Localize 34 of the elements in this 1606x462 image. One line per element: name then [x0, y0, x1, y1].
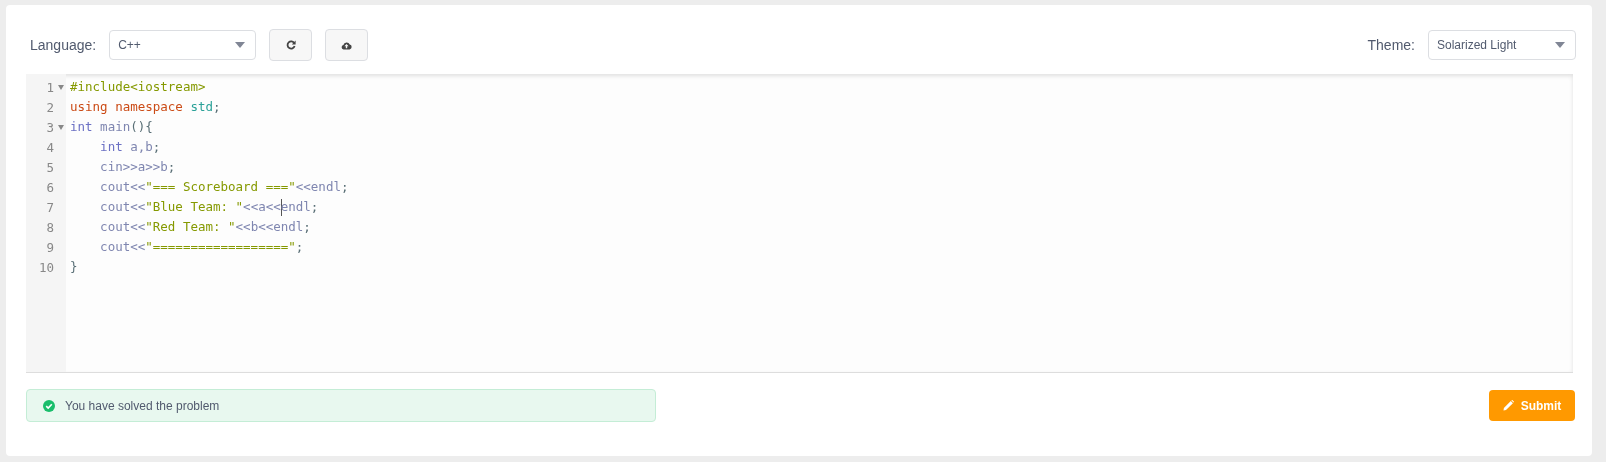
- code-line: using namespace std;: [70, 98, 221, 116]
- line-number: 5: [46, 159, 54, 175]
- line-number: 8: [46, 219, 54, 235]
- pencil-icon: [1502, 400, 1514, 411]
- upload-button[interactable]: [325, 29, 369, 61]
- check-circle-icon: [43, 399, 55, 412]
- code-line: cout<<"==================";: [99, 238, 304, 256]
- refresh-icon: [285, 40, 296, 50]
- line-number: 3: [46, 119, 54, 135]
- line-number: 1: [46, 79, 54, 95]
- code-line: }: [70, 258, 78, 276]
- line-number: 6: [46, 179, 54, 195]
- code-line: int main(){: [70, 118, 153, 136]
- status-message: You have solved the problem: [65, 398, 220, 413]
- theme-label: Theme:: [1367, 37, 1415, 53]
- fold-arrow-icon[interactable]: [56, 124, 66, 130]
- code-line: cout<<"=== Scoreboard ==="<<endl;: [99, 178, 349, 196]
- caret-icon: [235, 42, 246, 48]
- language-select[interactable]: C++: [109, 30, 257, 60]
- line-number: 10: [38, 259, 54, 275]
- line-number: 2: [46, 99, 54, 115]
- theme-select[interactable]: Solarized Light: [1428, 30, 1576, 60]
- code-line: int a,b;: [99, 138, 161, 156]
- code-line: cout<<"Red Team: "<<b<<endl;: [99, 218, 311, 236]
- code-line: #include<iostream>: [70, 78, 206, 96]
- reset-button[interactable]: [269, 29, 313, 61]
- line-number: 7: [46, 199, 54, 215]
- code-line: cin>>a>>b;: [99, 158, 176, 176]
- caret-icon: [1555, 42, 1565, 48]
- language-label: Language:: [30, 37, 97, 53]
- fold-arrow-icon[interactable]: [56, 84, 66, 90]
- line-number: 9: [46, 239, 54, 255]
- line-number: 4: [46, 139, 54, 155]
- cloud-upload-icon: [341, 40, 353, 50]
